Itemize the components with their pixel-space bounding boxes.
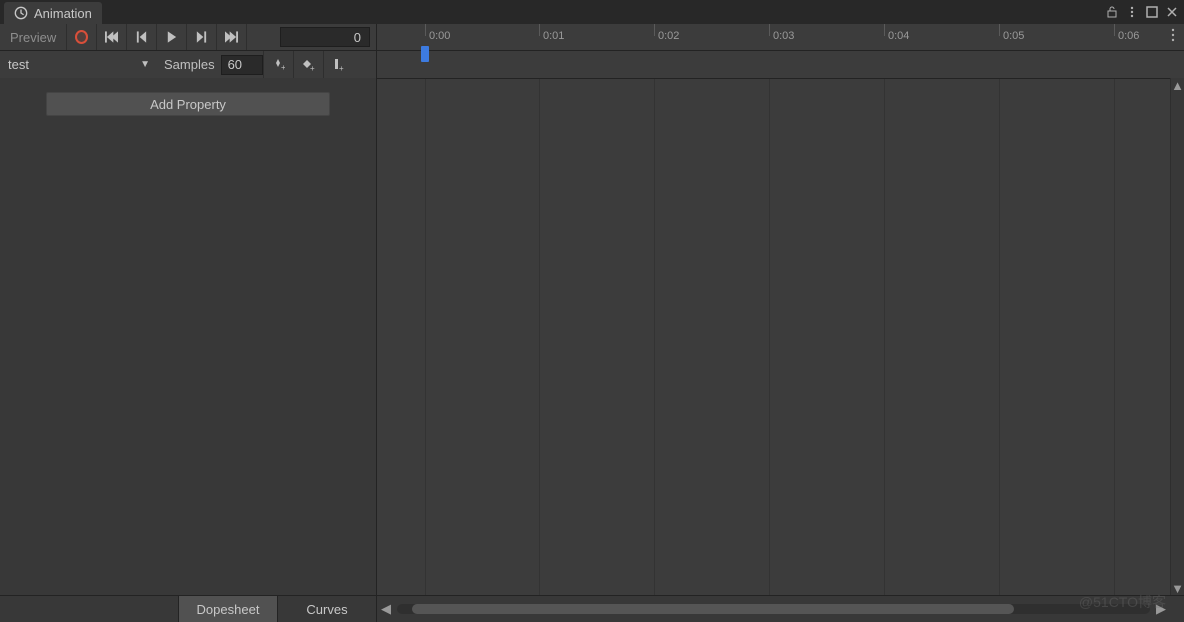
- timeline-options-icon[interactable]: [1164, 28, 1182, 42]
- scroll-right-icon[interactable]: ▶: [1152, 601, 1170, 617]
- add-property-button[interactable]: Add Property: [46, 92, 330, 116]
- add-event-button[interactable]: +: [323, 51, 353, 78]
- svg-text:+: +: [339, 64, 344, 72]
- ruler-tick-label: 0:02: [658, 30, 679, 42]
- timeline-gridline: [654, 79, 655, 595]
- ruler-tick: [999, 24, 1000, 36]
- timeline-gridline: [425, 79, 426, 595]
- prev-keyframe-button[interactable]: [127, 24, 157, 50]
- ruler-tick-label: 0:01: [543, 30, 564, 42]
- timeline-ruler[interactable]: 0:00 0:01 0:02 0:03 0:04 0:05 0:06: [377, 24, 1184, 51]
- timeline-gridline: [884, 79, 885, 595]
- tab-animation[interactable]: Animation: [4, 2, 102, 24]
- timeline-gridline: [769, 79, 770, 595]
- kebab-icon[interactable]: [1124, 4, 1140, 20]
- lock-icon[interactable]: [1104, 4, 1120, 20]
- horizontal-scrollbar[interactable]: [397, 604, 1150, 614]
- close-icon[interactable]: [1164, 4, 1180, 20]
- dopesheet-tab[interactable]: Dopesheet: [178, 596, 277, 622]
- scroll-up-icon[interactable]: ▲: [1171, 78, 1184, 92]
- ruler-tick-label: 0:03: [773, 30, 794, 42]
- play-button[interactable]: [157, 24, 187, 50]
- ruler-tick: [654, 24, 655, 36]
- frame-input[interactable]: [280, 27, 370, 47]
- ruler-tick: [539, 24, 540, 36]
- clip-name: test: [8, 57, 29, 72]
- horizontal-scroll-thumb[interactable]: [412, 604, 1014, 614]
- samples-input[interactable]: [221, 55, 263, 75]
- last-frame-button[interactable]: [217, 24, 247, 50]
- filter-by-selection-button[interactable]: +: [263, 51, 293, 78]
- scroll-down-icon[interactable]: ▼: [1171, 581, 1184, 595]
- playhead-handle[interactable]: [421, 46, 429, 62]
- ruler-tick-label: 0:04: [888, 30, 909, 42]
- first-frame-button[interactable]: [97, 24, 127, 50]
- timeline-track-area[interactable]: [377, 78, 1184, 595]
- timeline-gridline: [1114, 79, 1115, 595]
- clock-icon: [14, 6, 28, 20]
- record-button[interactable]: [67, 24, 97, 50]
- properties-list: Add Property: [0, 78, 376, 595]
- next-keyframe-button[interactable]: [187, 24, 217, 50]
- ruler-tick-label: 0:05: [1003, 30, 1024, 42]
- ruler-tick: [769, 24, 770, 36]
- scroll-left-icon[interactable]: ◀: [377, 601, 395, 617]
- record-icon: [75, 30, 88, 44]
- clip-dropdown[interactable]: test ▼: [0, 51, 158, 78]
- preview-button[interactable]: Preview: [0, 24, 67, 50]
- tab-bar: Animation: [0, 0, 1184, 24]
- samples-label: Samples: [158, 57, 221, 72]
- curves-tab[interactable]: Curves: [277, 596, 376, 622]
- timeline-gridline: [999, 79, 1000, 595]
- svg-text:+: +: [281, 63, 285, 72]
- svg-text:+: +: [310, 64, 315, 72]
- ruler-tick: [884, 24, 885, 36]
- ruler-tick-label: 0:00: [429, 30, 450, 42]
- vertical-scrollbar[interactable]: ▲ ▼: [1170, 78, 1184, 595]
- add-keyframe-button[interactable]: +: [293, 51, 323, 78]
- ruler-tick-label: 0:06: [1118, 30, 1139, 42]
- timeline-gridline: [539, 79, 540, 595]
- maximize-icon[interactable]: [1144, 4, 1160, 20]
- tab-title: Animation: [34, 6, 92, 21]
- timeline-eventbar[interactable]: [377, 51, 1184, 78]
- chevron-down-icon: ▼: [140, 59, 150, 70]
- ruler-tick: [1114, 24, 1115, 36]
- ruler-tick: [425, 24, 426, 36]
